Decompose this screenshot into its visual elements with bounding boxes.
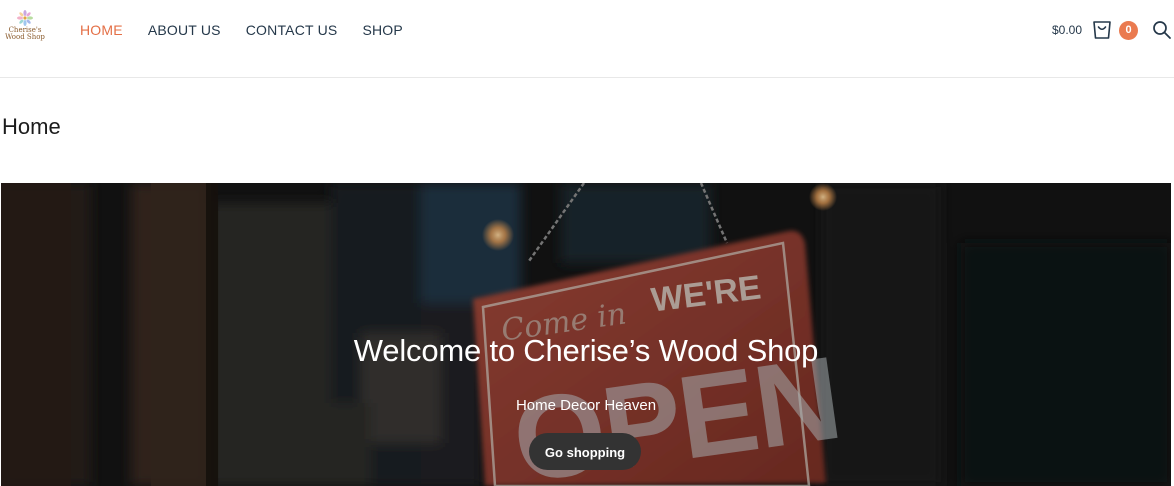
site-header: Cherise's Wood Shop HOME ABOUT US CONTAC…: [0, 0, 1174, 78]
hero-title: Welcome to Cherise’s Wood Shop: [353, 333, 819, 368]
nav-item-contact-us[interactable]: CONTACT US: [246, 21, 338, 39]
cart-icon[interactable]: [1091, 19, 1113, 41]
flower-icon: [17, 10, 33, 26]
nav-item-about-us[interactable]: ABOUT US: [148, 21, 221, 39]
search-icon[interactable]: [1152, 20, 1172, 40]
site-logo[interactable]: Cherise's Wood Shop: [2, 10, 48, 50]
main-navigation: HOME ABOUT US CONTACT US SHOP: [80, 21, 403, 39]
logo-text: Cherise's Wood Shop: [5, 26, 45, 41]
go-shopping-button[interactable]: Go shopping: [529, 433, 641, 470]
cart-count-badge[interactable]: 0: [1119, 20, 1138, 40]
nav-item-home[interactable]: HOME: [80, 21, 123, 39]
hero-subtitle: Home Decor Heaven: [515, 397, 657, 414]
nav-item-shop[interactable]: SHOP: [362, 21, 402, 39]
page-title: Home: [2, 114, 61, 139]
hero-content: Welcome to Cherise’s Wood Shop Home Deco…: [1, 183, 1171, 486]
hero-banner: Come in WE'RE OPEN Welcome to Cherise’s …: [1, 183, 1171, 486]
header-actions: $0.00 0: [1052, 18, 1174, 42]
cart-total[interactable]: $0.00: [1052, 23, 1082, 37]
